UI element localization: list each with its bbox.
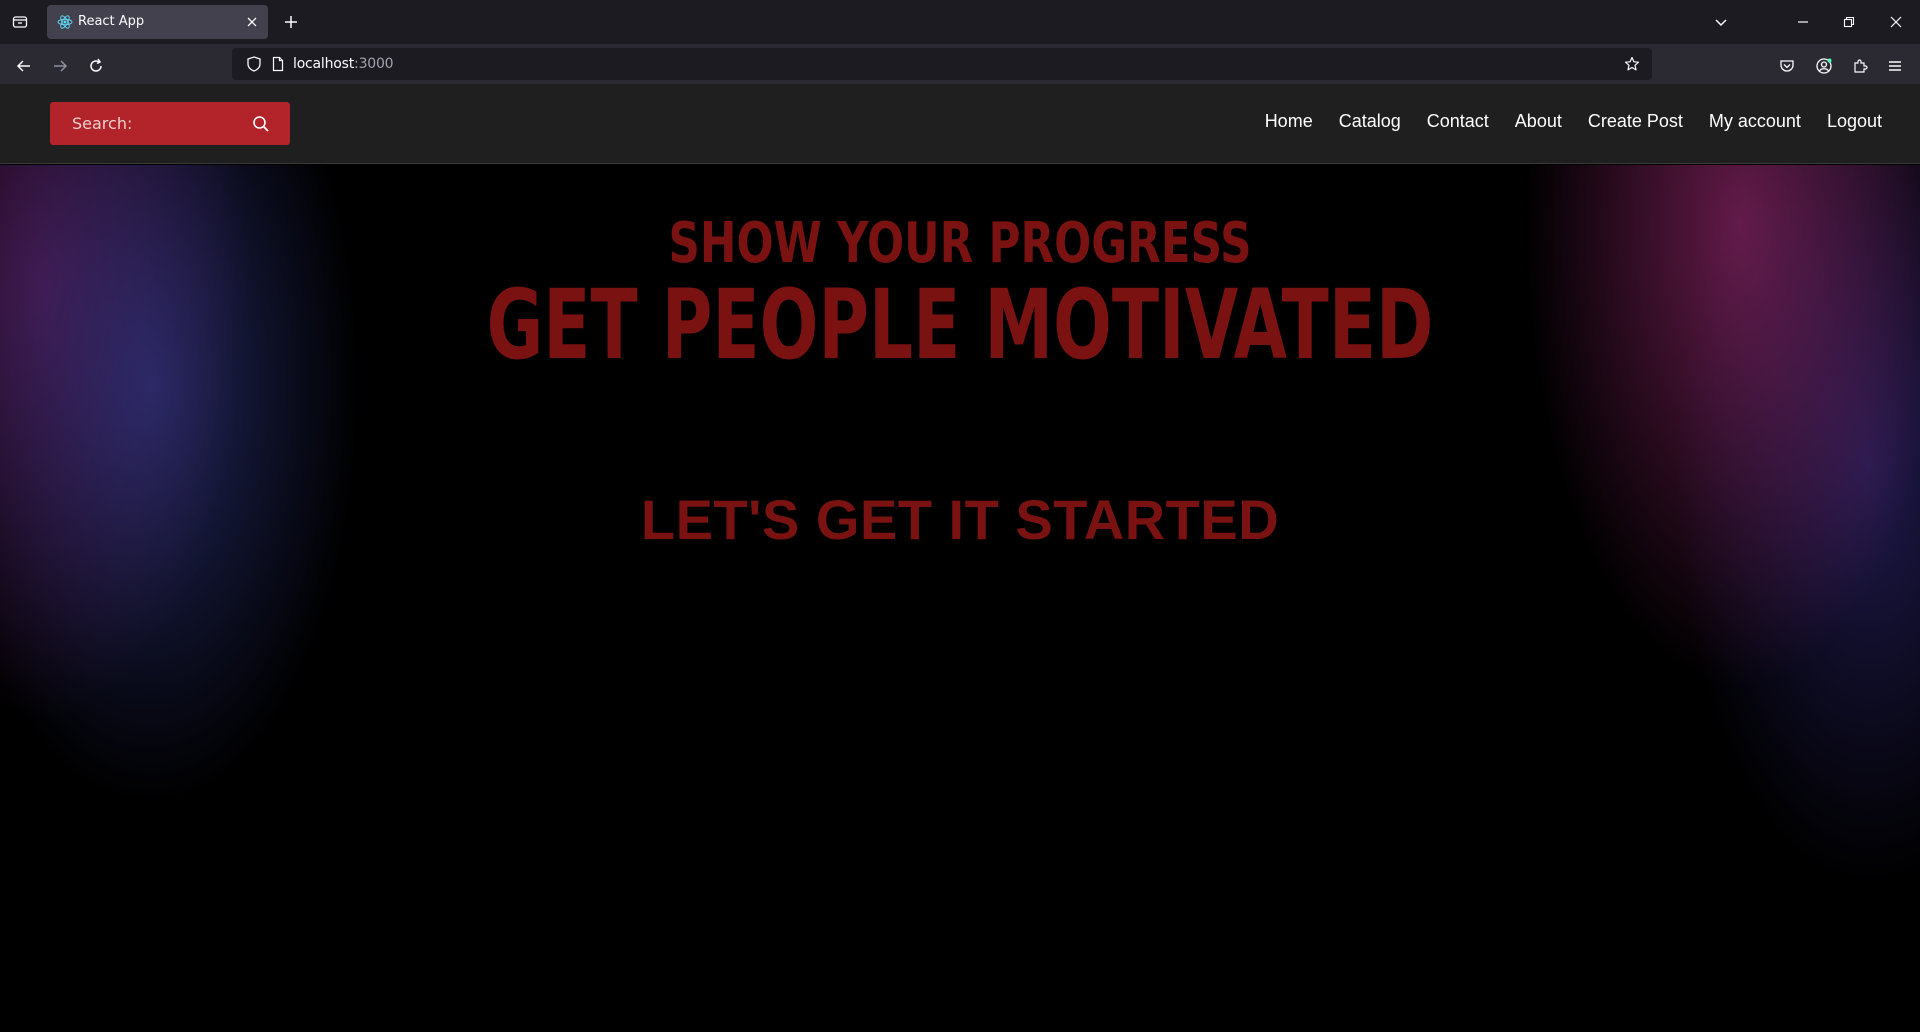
site-header: Home Catalog Contact About Create Post M… [0, 84, 1920, 164]
tab-title: React App [78, 14, 145, 29]
nav-catalog-link[interactable]: Catalog [1339, 111, 1401, 135]
hero-cta-text: LET'S GET IT STARTED [640, 488, 1280, 551]
url-host: localhost [293, 56, 355, 72]
nav-home-link[interactable]: Home [1265, 111, 1313, 135]
nav-about-link[interactable]: About [1515, 111, 1562, 135]
hamburger-menu-icon[interactable] [1881, 52, 1909, 80]
nav-logout-link[interactable]: Logout [1827, 111, 1882, 135]
extensions-icon[interactable] [1846, 52, 1874, 80]
forward-arrow-icon[interactable] [46, 52, 74, 80]
hero-subtitle: SHOW YOUR PROGRESS [668, 211, 1252, 276]
browser-toolbar: localhost:3000 [0, 44, 1920, 84]
back-arrow-icon[interactable] [10, 52, 38, 80]
hero-section: SHOW YOUR PROGRESS GET PEOPLE MOTIVATED … [0, 165, 1920, 1032]
pocket-icon[interactable] [1773, 52, 1801, 80]
minimize-icon[interactable] [1788, 8, 1818, 36]
nav-my-account-link[interactable]: My account [1709, 111, 1801, 135]
close-tab-icon[interactable] [244, 14, 260, 30]
browser-tab-active[interactable]: React App [47, 5, 268, 39]
bookmark-star-icon[interactable] [1624, 56, 1640, 72]
search-icon[interactable] [252, 115, 270, 133]
page-icon [270, 56, 286, 72]
new-tab-icon[interactable] [279, 10, 303, 34]
url-port: :3000 [354, 56, 394, 72]
search-box [50, 102, 290, 145]
hero-title: GET PEOPLE MOTIVATED [486, 269, 1434, 381]
main-nav: Home Catalog Contact About Create Post M… [1265, 111, 1882, 135]
chevron-down-icon[interactable] [1706, 8, 1736, 36]
account-icon[interactable] [1810, 52, 1838, 80]
nav-contact-link[interactable]: Contact [1427, 111, 1489, 135]
browser-tab-bar: React App [0, 0, 1920, 44]
url-bar[interactable]: localhost:3000 [232, 48, 1652, 80]
restore-icon[interactable] [1834, 8, 1864, 36]
url-text[interactable]: localhost:3000 [293, 56, 394, 72]
tab-list-icon[interactable] [8, 10, 32, 34]
react-logo-icon [57, 14, 73, 30]
shield-icon[interactable] [246, 56, 262, 72]
reload-icon[interactable] [82, 52, 110, 80]
search-input[interactable] [50, 102, 250, 145]
nav-create-post-link[interactable]: Create Post [1588, 111, 1683, 135]
web-page: Home Catalog Contact About Create Post M… [0, 84, 1920, 1032]
close-window-icon[interactable] [1881, 8, 1911, 36]
